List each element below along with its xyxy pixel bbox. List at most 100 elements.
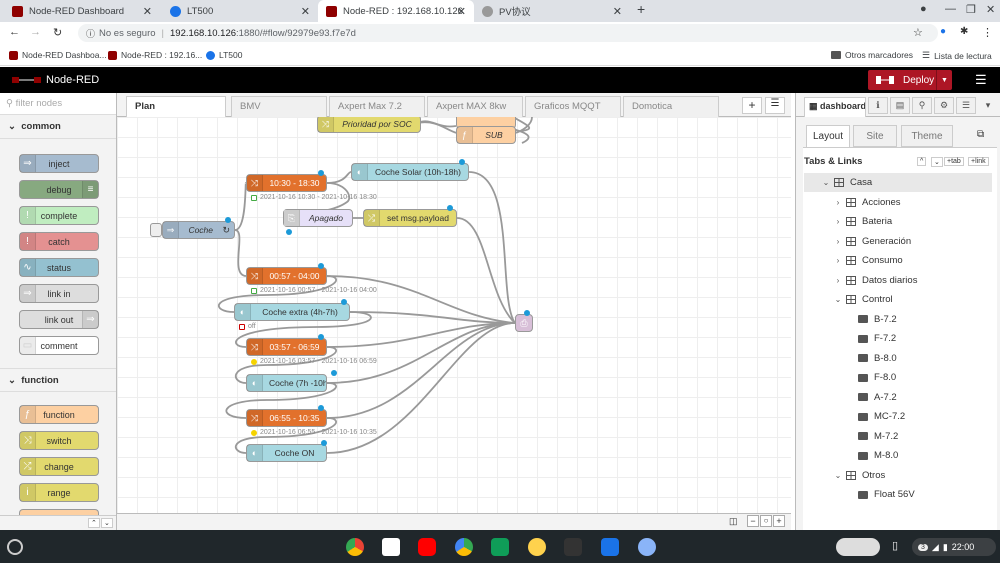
chevron-down-icon[interactable]: ⌄ xyxy=(832,295,844,304)
flow-node-ui-switch[interactable]: ◐ Coche extra (4h-7h) xyxy=(234,303,350,321)
chevron-right-icon[interactable]: › xyxy=(832,217,844,226)
forward-icon[interactable]: → xyxy=(30,26,41,38)
palette-node-link-in[interactable]: ⇒ link in xyxy=(19,284,99,303)
expand-all-icon[interactable]: ⌄ xyxy=(101,518,113,528)
palette-node-range[interactable]: i range xyxy=(19,483,99,502)
caret-down-icon[interactable]: ▾ xyxy=(978,97,998,114)
zoom-in-button[interactable]: + xyxy=(773,515,785,527)
holding-space-icon[interactable] xyxy=(836,538,880,556)
bookmark-item[interactable]: Node-RED Dashboa... xyxy=(9,50,107,60)
debug-icon[interactable]: ⚲ xyxy=(912,97,932,114)
palette-node-debug[interactable]: ≡ debug xyxy=(19,180,99,199)
external-link-icon[interactable]: ⧉ xyxy=(977,129,984,140)
browser-tab[interactable]: PV协议 ✕ xyxy=(474,0,630,22)
terminal-icon[interactable] xyxy=(564,538,582,556)
tab-theme[interactable]: Theme xyxy=(901,125,953,147)
bookmark-item[interactable]: Node-RED : 192.16... xyxy=(108,50,202,60)
list-flows-icon[interactable]: ☰ xyxy=(765,97,785,114)
expand-icon[interactable]: ⌄ xyxy=(931,157,943,167)
youtube-icon[interactable] xyxy=(418,538,436,556)
collapse-all-icon[interactable]: ⌃ xyxy=(88,518,100,528)
flow-node-inject[interactable]: ⇒ Coche ↻ xyxy=(162,221,235,239)
caret-down-icon[interactable]: ▼ xyxy=(936,70,952,90)
chevron-right-icon[interactable]: › xyxy=(832,276,844,285)
database-icon[interactable]: ☰ xyxy=(956,97,976,114)
other-bookmarks[interactable]: Otros marcadores xyxy=(831,50,913,60)
collapse-icon[interactable]: ^ xyxy=(917,157,927,166)
launcher-icon[interactable] xyxy=(7,539,23,555)
tree-item-group[interactable]: › Generación xyxy=(804,232,992,251)
menu-icon[interactable]: ⋮ xyxy=(982,26,993,39)
tab-site[interactable]: Site xyxy=(853,125,897,147)
palette-node-link-out[interactable]: ⇒ link out xyxy=(19,310,99,329)
chrome-icon[interactable] xyxy=(346,538,364,556)
map-icon[interactable]: ◫ xyxy=(729,516,738,527)
chevron-down-icon[interactable]: ⌄ xyxy=(832,471,844,480)
tree-item-widget[interactable]: Float 56V xyxy=(804,485,992,504)
extensions-icon[interactable]: ✱ xyxy=(960,26,968,37)
tree-item-widget[interactable]: A-7.2 xyxy=(804,388,992,407)
palette-node-catch[interactable]: ! catch xyxy=(19,232,99,251)
flow-node-template[interactable]: ⎘ Apagado xyxy=(283,209,353,227)
info-icon[interactable]: ℹ xyxy=(868,97,888,114)
tree-item-widget[interactable]: B-7.2 xyxy=(804,310,992,329)
system-tray[interactable]: 3 ◢ ▮ 22:00 xyxy=(912,538,996,556)
add-flow-button[interactable]: + xyxy=(742,97,762,114)
tab-axpert-8kw[interactable]: Axpert MAX 8kw xyxy=(427,96,523,117)
chevron-right-icon[interactable]: › xyxy=(832,237,844,246)
bookmark-item[interactable]: LT500 xyxy=(206,50,242,60)
tree-item-group[interactable]: › Consumo xyxy=(804,251,992,270)
flow-node-ui-switch[interactable]: ◐ Coche ON xyxy=(246,444,327,462)
close-icon[interactable]: ✕ xyxy=(457,5,466,18)
book-icon[interactable]: ▤ xyxy=(890,97,910,114)
palette-node-status[interactable]: ∿ status xyxy=(19,258,99,277)
palette-node-switch[interactable]: ⤨ switch xyxy=(19,431,99,450)
flow-node-timer[interactable]: ⤨ 03:57 - 06:59 xyxy=(246,338,327,356)
reload-icon[interactable]: ↻ xyxy=(53,26,62,39)
close-window-icon[interactable]: ✕ xyxy=(986,3,995,16)
tab-graficos[interactable]: Graficos MQQT xyxy=(525,96,621,117)
tree-item-widget[interactable]: B-8.0 xyxy=(804,349,992,368)
tree-item-widget[interactable]: MC-7.2 xyxy=(804,407,992,426)
hamburger-menu-icon[interactable]: ☰ xyxy=(975,72,987,88)
flow-node-ui-switch[interactable]: ◐ Coche Solar (10h-18h) xyxy=(351,163,469,181)
palette-node-inject[interactable]: ⇒ inject xyxy=(19,154,99,173)
add-link-button[interactable]: +link xyxy=(968,157,989,166)
flow-node-function[interactable]: ƒ SUB xyxy=(456,126,516,144)
tree-item-tab[interactable]: ⌄ Casa xyxy=(804,173,992,192)
flow-node-timer[interactable]: ⤨ 00:57 - 04:00 xyxy=(246,267,327,285)
inject-trigger-button[interactable] xyxy=(150,223,162,237)
tree-item-widget[interactable]: M-8.0 xyxy=(804,446,992,465)
close-icon[interactable]: ✕ xyxy=(301,5,310,18)
flow-node-timer[interactable]: ⤨ 06:55 - 10:35 xyxy=(246,409,327,427)
tree-item-group[interactable]: › Datos diarios xyxy=(804,271,992,290)
flow-node-ui-switch[interactable]: ◐ Coche (7h -10h) xyxy=(246,374,327,392)
sheets-icon[interactable] xyxy=(491,538,509,556)
tab-search-icon[interactable]: ● xyxy=(920,3,927,15)
settings-icon[interactable] xyxy=(638,538,656,556)
tree-item-group[interactable]: › Acciones xyxy=(804,193,992,212)
files-icon[interactable] xyxy=(601,538,619,556)
browser-tab[interactable]: LT500 ✕ xyxy=(162,0,318,22)
flow-node-timer[interactable]: ⤨ 10:30 - 18:30 xyxy=(246,174,327,192)
palette-node-change[interactable]: ⤮ change xyxy=(19,457,99,476)
phone-icon[interactable]: ▯ xyxy=(892,539,898,552)
url-field[interactable]: ⓘ No es seguro | 192.168.10.126:1880/#fl… xyxy=(78,24,938,42)
weather-icon[interactable] xyxy=(528,538,546,556)
reading-list[interactable]: ☰ Lista de lectura xyxy=(922,50,992,61)
add-tab-button[interactable]: +tab xyxy=(944,157,964,166)
palette-category-header[interactable]: ⌄ function xyxy=(0,368,116,392)
tree-item-group[interactable]: ⌄ Control xyxy=(804,290,992,309)
flow-node-switch[interactable]: ⤨ Prioridad por SOC xyxy=(317,117,421,133)
tree-item-group[interactable]: ⌄ Otros xyxy=(804,466,992,485)
gear-icon[interactable]: ⚙ xyxy=(934,97,954,114)
palette-category-header[interactable]: ⌄ common xyxy=(0,115,116,139)
tab-plan[interactable]: Plan xyxy=(126,96,226,117)
browser-tab[interactable]: Node-RED Dashboard ✕ xyxy=(4,0,160,22)
zoom-reset-button[interactable]: ○ xyxy=(760,515,772,527)
browser-tab-active[interactable]: Node-RED : 192.168.10.126 ✕ xyxy=(318,0,474,22)
flow-node-change[interactable]: ⤮ set msg.payload xyxy=(363,209,457,227)
close-icon[interactable]: ✕ xyxy=(143,5,152,18)
flow-node-output[interactable]: ⎙ xyxy=(515,314,533,332)
tab-bmv[interactable]: BMV xyxy=(231,96,327,117)
